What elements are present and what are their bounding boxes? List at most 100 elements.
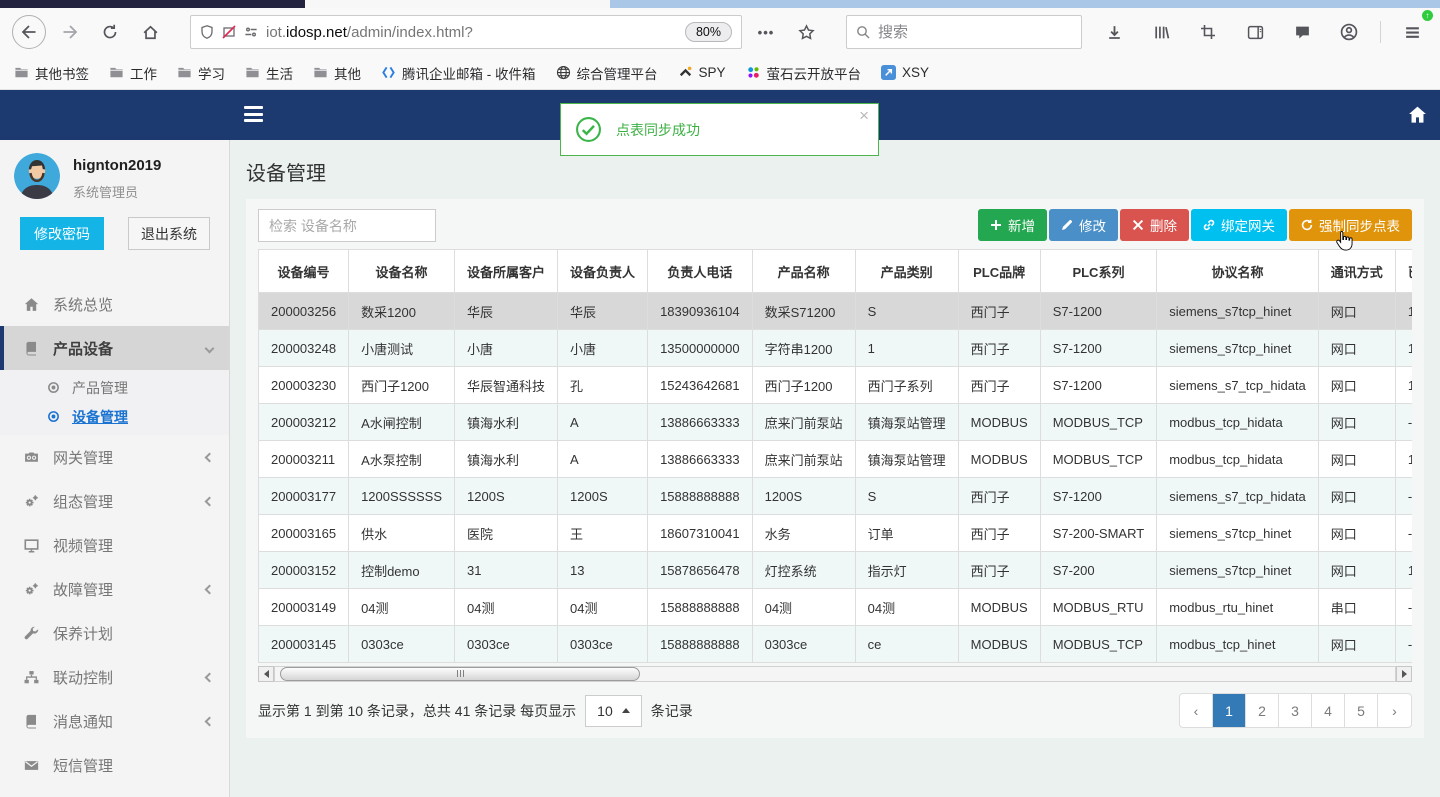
table-row[interactable]: 200003256 数采1200 华辰 华辰 18390936104 数采S71200 S 西… <box>258 292 1412 330</box>
url-text[interactable]: iot.idosp.net/admin/index.html? <box>266 24 473 41</box>
scroll-left-icon[interactable] <box>258 665 274 682</box>
download-icon[interactable] <box>1098 16 1130 48</box>
table-cell: 200003152 <box>258 551 350 589</box>
device-search-input[interactable] <box>258 209 436 242</box>
sidebar-item-0[interactable]: 系统总览 <box>0 282 229 326</box>
browser-search-input[interactable] <box>878 23 1072 41</box>
page-1-button[interactable]: 1 <box>1213 694 1246 727</box>
sidebar-item-10[interactable]: 卡号管理 <box>0 787 229 797</box>
url-bar[interactable]: iot.idosp.net/admin/index.html? 80% <box>190 15 742 49</box>
page-3-button[interactable]: 3 <box>1279 694 1312 727</box>
bookmark-item[interactable]: XSY <box>881 65 929 80</box>
scrollbar-track[interactable] <box>274 665 1396 682</box>
folder-icon <box>245 65 260 80</box>
table-row[interactable]: 200003177 1200SSSSSS 1200S 1200S 15888888888… <box>258 477 1412 515</box>
bookmark-item[interactable]: 工作 <box>109 63 157 83</box>
table-cell: 0303ce <box>454 625 559 663</box>
bookmark-item[interactable]: SPY <box>678 65 726 80</box>
pencil-icon <box>1061 219 1073 231</box>
device-table: 设备编号 设备名称 设备所属客户 设备负责人 负责人电话 产品名称 产品类别 PLC品牌 PLC… <box>258 249 1412 663</box>
sidebar-item-1[interactable]: 产品设备 <box>0 326 229 370</box>
reload-icon[interactable] <box>94 16 126 48</box>
account-icon[interactable] <box>1333 16 1365 48</box>
page-4-button[interactable]: 4 <box>1312 694 1345 727</box>
table-row[interactable]: 200003149 04测 04测 04测 15888888888 04测 04测 MODBU… <box>258 588 1412 626</box>
table-row[interactable]: 200003145 0303ce 0303ce 0303ce 15888888888 03… <box>258 625 1412 663</box>
browser-home-icon[interactable] <box>134 16 166 48</box>
scrollbar-thumb[interactable] <box>280 666 640 681</box>
table-cell: 华辰 <box>454 292 559 330</box>
table-row[interactable]: 200003212 A水闸控制 镇海水利 A 13886663333 庶来门前泵站 镇海泵站… <box>258 403 1412 441</box>
sidebar-item-7[interactable]: 联动控制 <box>0 655 229 699</box>
folder-icon <box>177 65 192 80</box>
toast-close-icon[interactable]: × <box>859 107 869 124</box>
back-icon[interactable] <box>12 15 46 49</box>
device-table-body: 200003256 数采1200 华辰 华辰 18390936104 数采S71200 S 西… <box>258 292 1412 663</box>
table-cell: 网口 <box>1317 403 1396 441</box>
sidebar-subitem-1-1[interactable]: 设备管理 <box>0 402 229 431</box>
bookmark-star-icon[interactable] <box>790 16 822 48</box>
scroll-right-icon[interactable] <box>1396 665 1412 682</box>
table-row[interactable]: 200003165 供水 医院王 18607310041 水务 订单 西门子 S7-200-S… <box>258 514 1412 552</box>
绑定网关-button[interactable]: 绑定网关 <box>1191 209 1287 241</box>
browser-search-box[interactable] <box>846 15 1082 49</box>
zoom-level-badge[interactable]: 80% <box>684 22 732 42</box>
page-5-button[interactable]: 5 <box>1345 694 1378 727</box>
bookmark-item[interactable]: 生活 <box>245 63 293 83</box>
bookmark-item[interactable]: 学习 <box>177 63 225 83</box>
page-next-button[interactable]: › <box>1378 694 1411 727</box>
bookmark-item[interactable]: 腾讯企业邮箱 - 收件箱 <box>381 63 536 83</box>
blocked-content-icon[interactable] <box>222 25 236 39</box>
sidebar-item-9[interactable]: 短信管理 <box>0 743 229 787</box>
toast-message: 点表同步成功 <box>616 121 700 138</box>
新增-button[interactable]: 新增 <box>978 209 1047 241</box>
logout-button[interactable]: 退出系统 <box>128 217 210 250</box>
app-home-icon[interactable] <box>1408 105 1427 124</box>
sidebar-item-6[interactable]: 保养计划 <box>0 611 229 655</box>
修改-button[interactable]: 修改 <box>1049 209 1118 241</box>
sidebar-item-4[interactable]: 视频管理 <box>0 523 229 567</box>
chevron-left-icon <box>204 496 215 506</box>
table-cell: S7-1200 <box>1039 477 1158 515</box>
table-cell: siemens_s7_tcp_hidata <box>1156 366 1319 404</box>
table-cell: 200003211 <box>258 440 350 478</box>
table-cell: 200003230 <box>258 366 350 404</box>
page-size-select[interactable]: 10 <box>585 694 642 727</box>
sidebar-item-5[interactable]: 故障管理 <box>0 567 229 611</box>
change-password-button[interactable]: 修改密码 <box>20 217 104 250</box>
toolbar-divider <box>1380 21 1381 43</box>
table-row[interactable]: 200003152 控制demo 31 13 15878656478 灯控系统 指示灯 西门子… <box>258 551 1412 589</box>
bookmark-item[interactable]: 其他书签 <box>14 63 89 83</box>
sidebar-item-8[interactable]: 消息通知 <box>0 699 229 743</box>
bookmark-item[interactable]: 萤石云开放平台 <box>746 63 861 83</box>
sidebar-toggle-icon[interactable] <box>1239 16 1271 48</box>
删除-button[interactable]: 删除 <box>1120 209 1189 241</box>
sidebar-subitem-1-0[interactable]: 产品管理 <box>0 373 229 402</box>
sidebar-item-label: 组态管理 <box>53 493 114 511</box>
bookmark-item[interactable]: 其他 <box>313 63 361 83</box>
permissions-icon[interactable] <box>244 25 258 39</box>
page-prev-button[interactable]: ‹ <box>1180 694 1213 727</box>
强制同步点表-button[interactable]: 强制同步点表 <box>1289 209 1412 241</box>
table-cell: 1200S <box>751 477 856 515</box>
shield-icon[interactable] <box>200 25 214 39</box>
sidebar-item-2[interactable]: 网关管理 <box>0 435 229 479</box>
library-icon[interactable] <box>1145 16 1177 48</box>
forward-icon[interactable] <box>54 16 86 48</box>
menu-hamburger-icon[interactable]: ↑ <box>1396 10 1433 48</box>
table-row[interactable]: 200003230 西门子1200 华辰智通科技孔 15243642681 西门子120… <box>258 366 1412 404</box>
bookmark-item[interactable]: 综合管理平台 <box>556 63 658 83</box>
chat-bubble-icon[interactable] <box>1286 16 1318 48</box>
table-row[interactable]: 200003248 小唐测试 小唐 小唐 13500000000 字符串1200 1 西门子 S… <box>258 329 1412 367</box>
table-cell: 1000000 <box>1394 440 1412 478</box>
table-row[interactable]: 200003211 A水泵控制 镇海水利 A 13886663333 庶来门前泵站 镇海泵站… <box>258 440 1412 478</box>
table-cell: A水闸控制 <box>348 403 456 441</box>
table-cell: 13 <box>557 551 649 589</box>
screenshot-crop-icon[interactable] <box>1192 16 1224 48</box>
table-cell: S7-200 <box>1039 551 1158 589</box>
sidebar-item-3[interactable]: 组态管理 <box>0 479 229 523</box>
page-actions-icon[interactable]: ••• <box>750 16 782 48</box>
main-content: 设备管理 新增 修改 删除 绑定网关 强制同步点表 设备编号设备名称设备所属客户设备负责… <box>230 140 1440 797</box>
sidebar-collapse-icon[interactable] <box>244 106 263 126</box>
page-2-button[interactable]: 2 <box>1246 694 1279 727</box>
